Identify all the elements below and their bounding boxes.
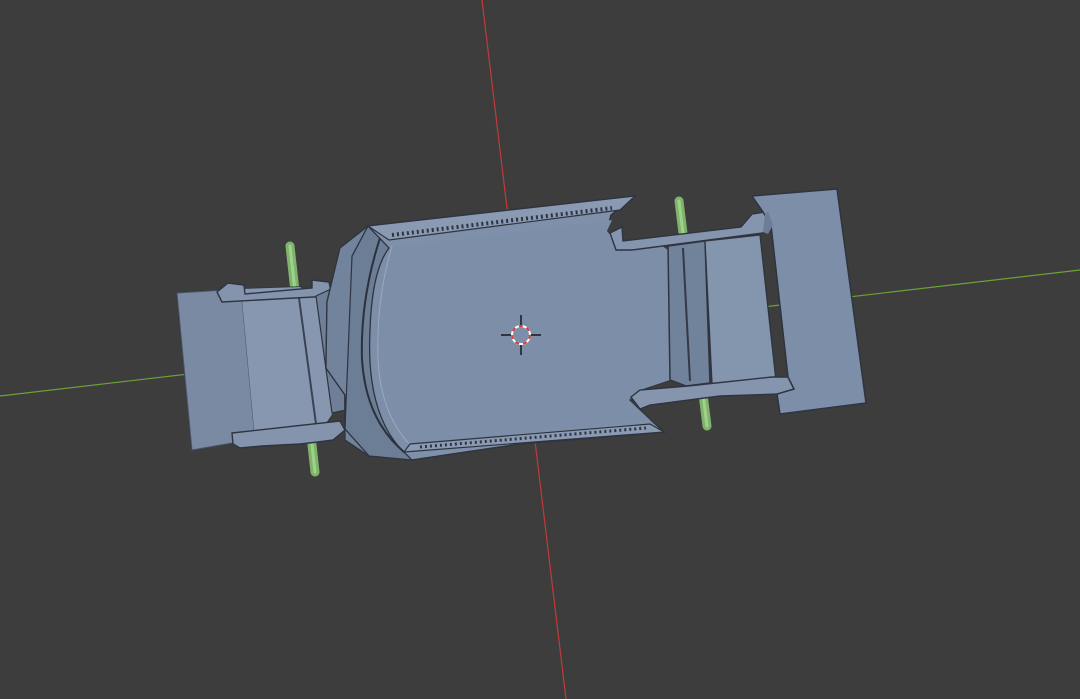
3d-viewport[interactable] bbox=[0, 0, 1080, 699]
viewport-canvas[interactable] bbox=[0, 0, 1080, 699]
cabin-floor bbox=[369, 220, 670, 448]
